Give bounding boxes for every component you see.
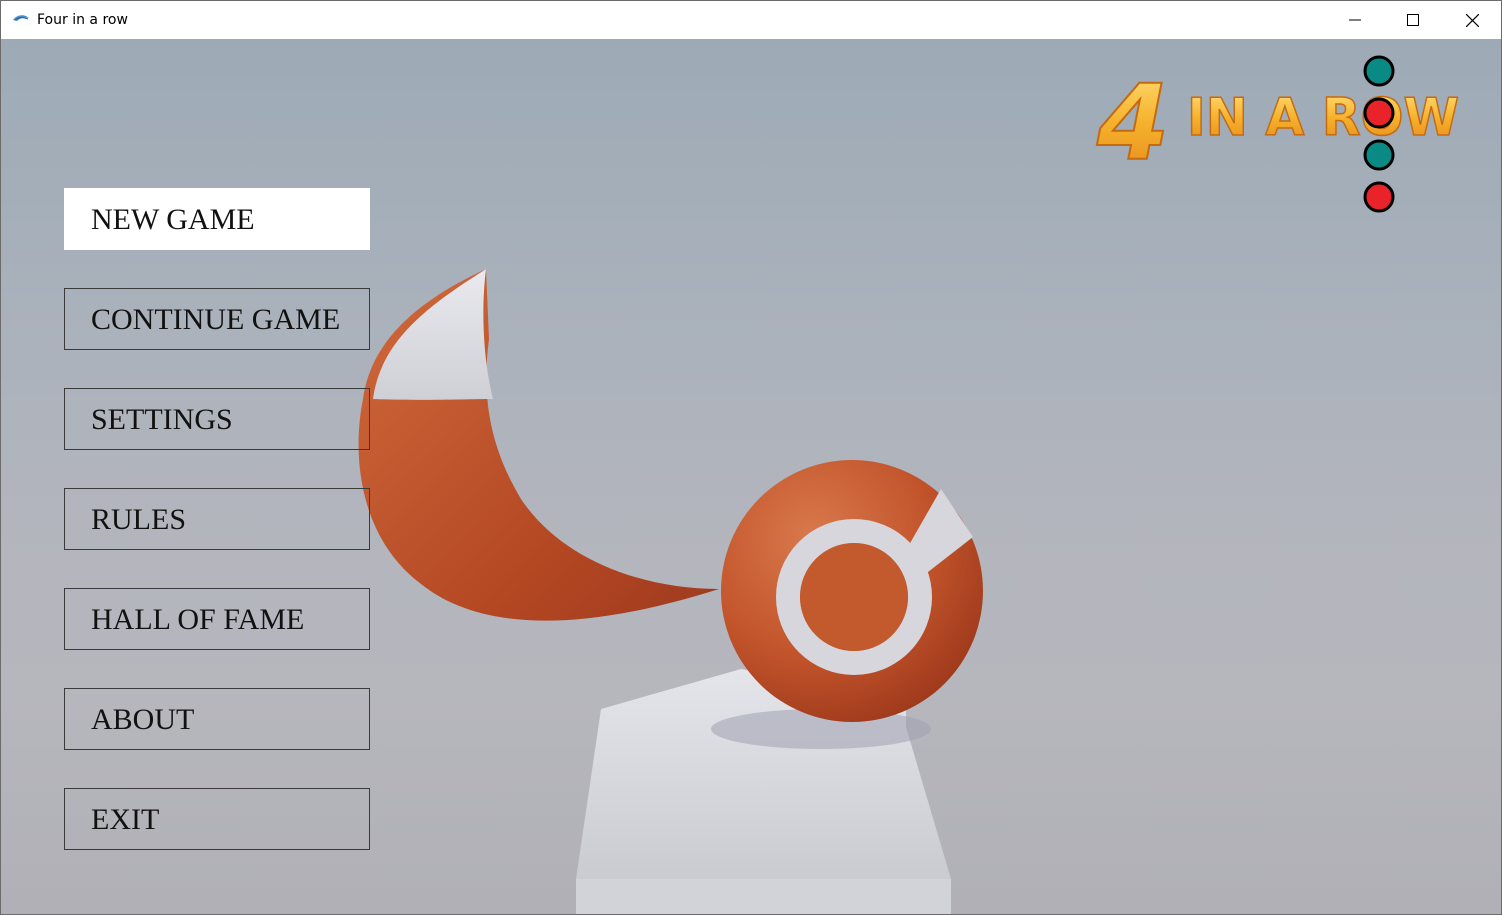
new-game-button[interactable]: NEW GAME [64,188,370,250]
maximize-icon [1407,14,1419,26]
title-bar[interactable]: Four in a row [1,1,1501,39]
window-title: Four in a row [37,12,128,28]
four-in-a-row-logo: 4 IN A ROW [1095,55,1460,213]
logo-text: IN A ROW [1187,88,1459,148]
rules-button[interactable]: RULES [64,488,370,550]
eye-app-icon [13,15,29,21]
close-icon [1465,13,1479,27]
about-button[interactable]: ABOUT [64,688,370,750]
close-button[interactable] [1443,1,1501,39]
app-window: Four in a row 4 IN A ROW NEW GAME CONTIN… [0,0,1502,915]
menu-scene: 4 IN A ROW NEW GAME CONTINUE GAME SETTIN… [1,39,1501,914]
continue-game-button[interactable]: CONTINUE GAME [64,288,370,350]
exit-button[interactable]: EXIT [64,788,370,850]
minimize-button[interactable] [1326,1,1384,39]
hall-of-fame-button[interactable]: HALL OF FAME [64,588,370,650]
maximize-button[interactable] [1384,1,1442,39]
settings-button[interactable]: SETTINGS [64,388,370,450]
minimize-icon [1349,19,1361,21]
logo-number: 4 [1096,62,1169,184]
